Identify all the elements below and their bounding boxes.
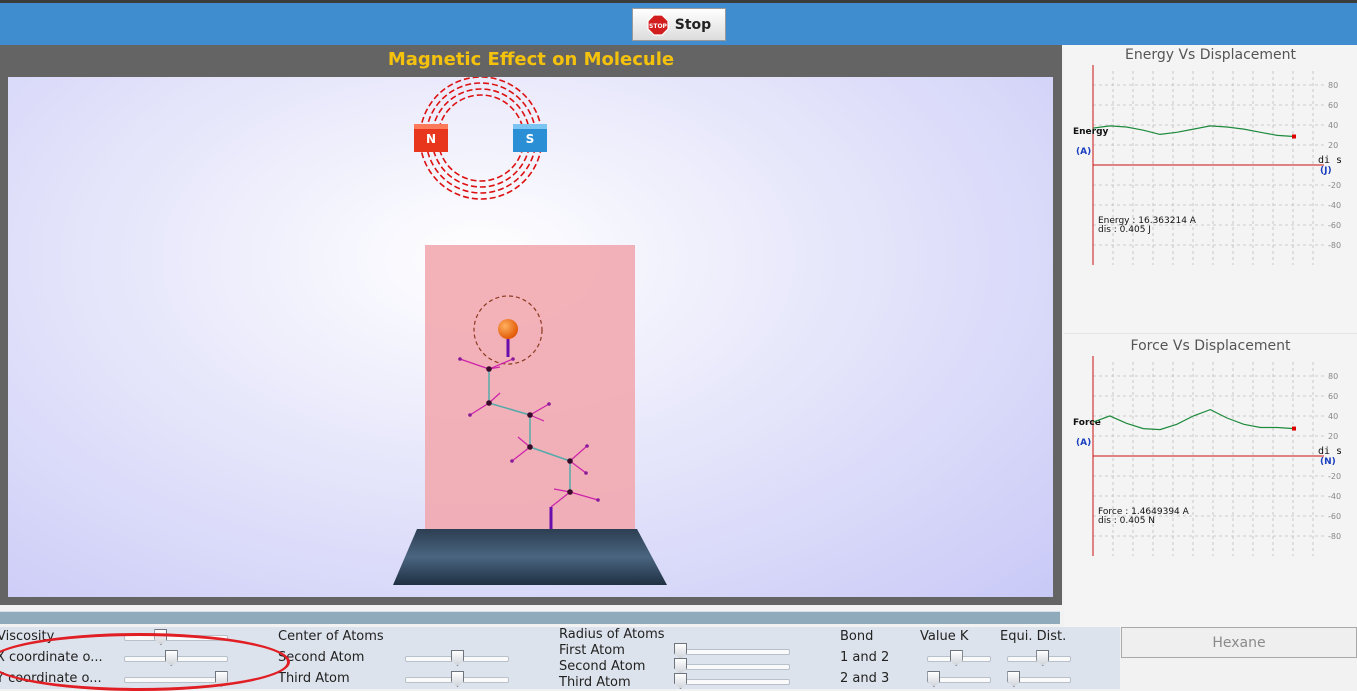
graph-tick-label: 60: [1328, 392, 1338, 401]
magnet-north-label: N: [426, 132, 436, 146]
graph-y-unit: (A): [1076, 147, 1091, 157]
energy-graph: 80604020-20-40-60-80Energy(A)di s(J)Ener…: [1073, 65, 1342, 265]
graph-tick-label: -20: [1328, 181, 1341, 190]
stop-sign-icon: STOP: [647, 13, 669, 36]
graph-readout-displacement: dis : 0.405 N: [1098, 516, 1155, 526]
graph-grid: [1093, 362, 1324, 556]
graph-x-label: di s: [1318, 446, 1342, 457]
stop-button[interactable]: STOP Stop: [632, 8, 726, 41]
graph-tick-label: 80: [1328, 81, 1338, 90]
graph-current-point: [1292, 426, 1296, 431]
radius-of-atoms-heading: Radius of Atoms: [559, 627, 665, 642]
graph-current-point: [1292, 134, 1296, 139]
graph-readout-displacement: dis : 0.405 J: [1098, 225, 1151, 235]
graph-x-unit: (J): [1320, 166, 1332, 176]
x-coordinate-label: X coordinate o...: [0, 650, 103, 665]
simulation-viewport[interactable]: N S: [8, 77, 1053, 597]
graph-series-line: [1092, 125, 1295, 138]
center-second-atom-slider[interactable]: [405, 650, 509, 666]
simulation-title: Magnetic Effect on Molecule: [387, 49, 675, 70]
force-graph: 80604020-20-40-60-80Force(A)di s(N)Force…: [1073, 356, 1342, 556]
force-graph-title: Force Vs Displacement: [1130, 338, 1291, 354]
graph-panel: Energy Vs Displacement 80 60 40 20 -20 -40 -60…: [1064, 45, 1357, 627]
graph-y-label: Energy: [1073, 127, 1109, 137]
graph-tick-label: -60: [1328, 512, 1341, 521]
bond-1-2-label: 1 and 2: [840, 650, 890, 665]
top-toolbar: STOP Stop: [0, 0, 1357, 45]
magnet-north[interactable]: N: [414, 124, 448, 152]
graph-x-label: di s: [1318, 155, 1342, 166]
value-k-heading: Value K: [920, 629, 969, 644]
bond-2-3-label: 2 and 3: [840, 671, 890, 686]
graph-divider: [1064, 333, 1357, 334]
radius-third-atom-label: Third Atom: [559, 675, 631, 689]
graph-x-unit: (N): [1320, 457, 1336, 467]
graph-tick-label: 40: [1328, 121, 1338, 130]
center-third-atom-slider[interactable]: [405, 671, 509, 687]
graph-tick-label: 20: [1328, 141, 1338, 150]
charged-atom[interactable]: [498, 319, 518, 339]
graph-tick-label: -80: [1328, 241, 1341, 250]
hexane-button[interactable]: Hexane: [1121, 627, 1357, 658]
viscosity-label: Viscosity: [0, 629, 55, 644]
bond-1-2-dist-slider[interactable]: [1007, 650, 1071, 666]
control-panel: Viscosity X coordinate o... Y coordinate…: [0, 627, 1120, 689]
radius-first-atom-label: First Atom: [559, 643, 625, 658]
bond-2-3-k-slider[interactable]: [927, 671, 991, 687]
graph-y-label: Force: [1073, 418, 1101, 428]
molecule-base-platform: [393, 529, 667, 585]
graph-tick-label: 20: [1328, 432, 1338, 441]
graph-tick-label: -80: [1328, 532, 1341, 541]
graph-tick-label: 80: [1328, 372, 1338, 381]
radius-third-atom-slider[interactable]: [674, 673, 790, 689]
energy-graph-title: Energy Vs Displacement: [1124, 47, 1297, 63]
equi-dist-heading: Equi. Dist.: [1000, 629, 1067, 644]
y-coordinate-label: Y coordinate o...: [0, 671, 102, 686]
bond-2-3-dist-slider[interactable]: [1007, 671, 1071, 687]
y-coordinate-slider[interactable]: [124, 671, 228, 687]
graph-y-unit: (A): [1076, 438, 1091, 448]
graph-tick-label: 40: [1328, 412, 1338, 421]
center-third-atom-label: Third Atom: [278, 671, 350, 686]
center-of-atoms-heading: Center of Atoms: [278, 629, 384, 644]
graph-tick-label: -20: [1328, 472, 1341, 481]
center-second-atom-label: Second Atom: [278, 650, 365, 665]
magnet-south-label: S: [526, 132, 535, 146]
radius-first-atom-slider[interactable]: [674, 643, 790, 659]
x-coordinate-slider[interactable]: [124, 650, 228, 666]
magnet-south[interactable]: S: [513, 124, 547, 152]
graph-series-line: [1092, 408, 1295, 431]
bond-heading: Bond: [840, 629, 874, 644]
stop-sign-text: STOP: [649, 23, 668, 30]
radius-second-atom-label: Second Atom: [559, 659, 646, 674]
graph-tick-label: -40: [1328, 201, 1341, 210]
viscosity-slider[interactable]: [124, 629, 228, 645]
graph-tick-label: -60: [1328, 221, 1341, 230]
radius-second-atom-slider[interactable]: [674, 658, 790, 674]
molecule-backdrop: [425, 245, 635, 530]
splitter-bar[interactable]: [0, 611, 1060, 624]
graph-tick-label: -40: [1328, 492, 1341, 501]
bond-1-2-k-slider[interactable]: [927, 650, 991, 666]
graph-tick-label: 60: [1328, 101, 1338, 110]
graph-grid: [1093, 71, 1324, 265]
stop-button-label: Stop: [674, 16, 712, 33]
